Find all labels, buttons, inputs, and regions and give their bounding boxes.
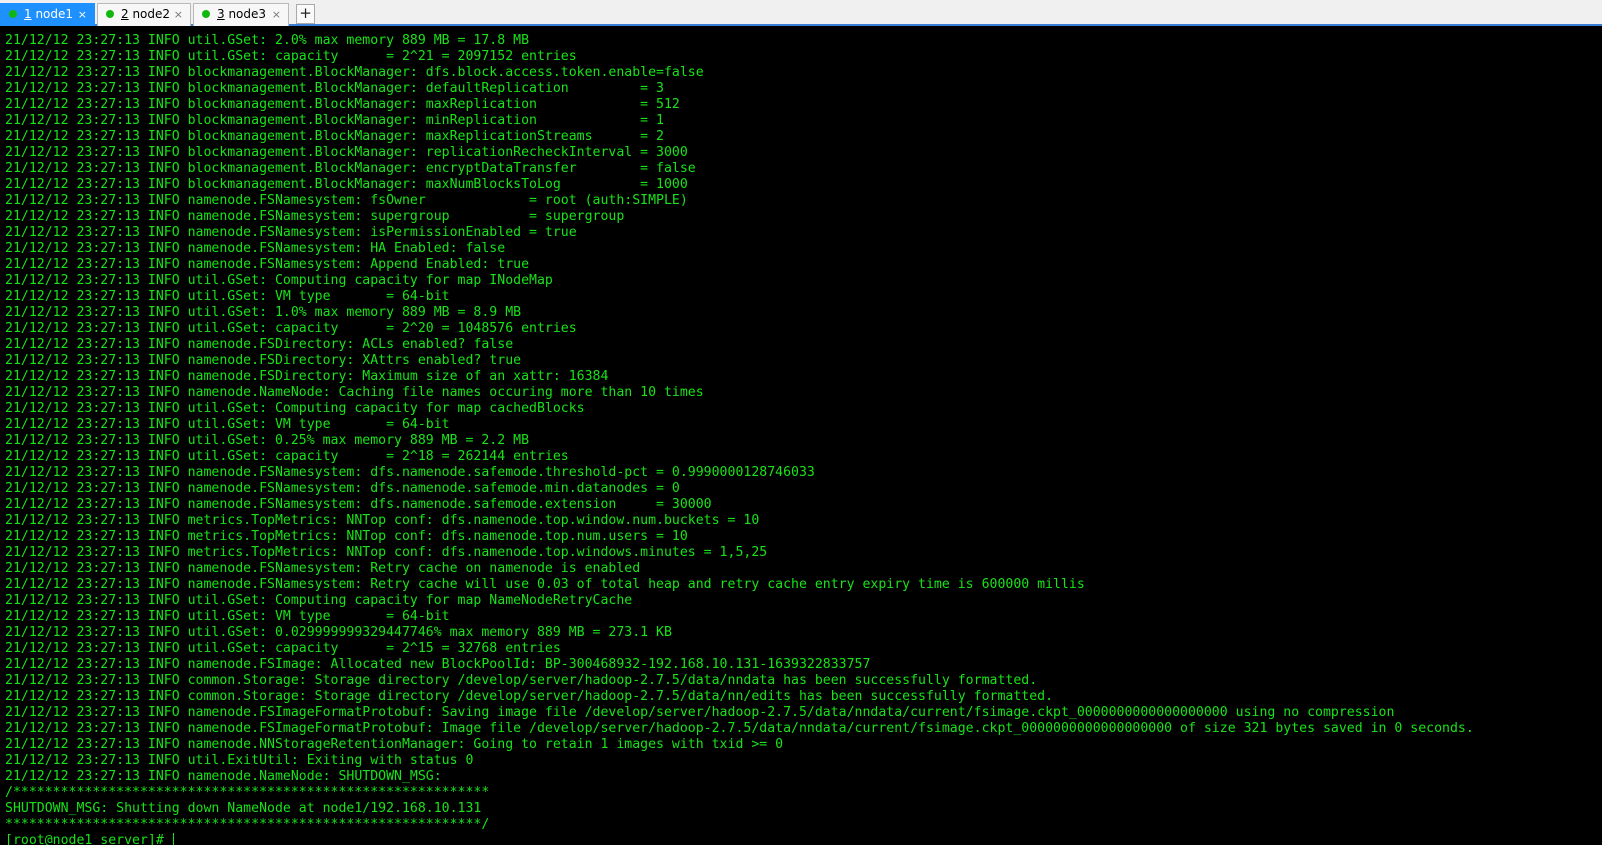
tab-label: node2	[128, 7, 171, 21]
tab-label: node1	[31, 7, 74, 21]
terminal-line: 21/12/12 23:27:13 INFO util.GSet: Comput…	[5, 273, 553, 288]
terminal-line: 21/12/12 23:27:13 INFO namenode.FSImageF…	[5, 705, 1395, 720]
tab-number: 3	[217, 7, 225, 21]
terminal-line: 21/12/12 23:27:13 INFO namenode.FSImageF…	[5, 721, 1474, 736]
terminal-line: 21/12/12 23:27:13 INFO util.GSet: VM typ…	[5, 289, 450, 304]
terminal-line: 21/12/12 23:27:13 INFO namenode.FSNamesy…	[5, 497, 712, 512]
terminal-line: SHUTDOWN_MSG: Shutting down NameNode at …	[5, 801, 482, 816]
terminal-line: 21/12/12 23:27:13 INFO util.GSet: VM typ…	[5, 417, 450, 432]
close-tab-icon[interactable]: ×	[174, 4, 183, 25]
terminal-line: 21/12/12 23:27:13 INFO util.GSet: Comput…	[5, 401, 585, 416]
connected-status-icon	[202, 10, 210, 18]
terminal-line: 21/12/12 23:27:13 INFO blockmanagement.B…	[5, 145, 688, 160]
terminal-line: 21/12/12 23:27:13 INFO namenode.FSNamesy…	[5, 257, 530, 272]
terminal-line: 21/12/12 23:27:13 INFO blockmanagement.B…	[5, 65, 704, 80]
terminal-line: ****************************************…	[5, 817, 490, 832]
terminal-line: 21/12/12 23:27:13 INFO namenode.FSDirect…	[5, 369, 609, 384]
terminal-line: 21/12/12 23:27:13 INFO namenode.NameNode…	[5, 769, 450, 784]
terminal-line: 21/12/12 23:27:13 INFO blockmanagement.B…	[5, 113, 664, 128]
terminal-line: 21/12/12 23:27:13 INFO blockmanagement.B…	[5, 161, 696, 176]
terminal-line: 21/12/12 23:27:13 INFO namenode.FSNamesy…	[5, 577, 1085, 592]
terminal-line: 21/12/12 23:27:13 INFO blockmanagement.B…	[5, 129, 664, 144]
terminal-line: 21/12/12 23:27:13 INFO common.Storage: S…	[5, 689, 1054, 704]
terminal-line: 21/12/12 23:27:13 INFO util.GSet: VM typ…	[5, 609, 450, 624]
terminal-line: 21/12/12 23:27:13 INFO metrics.TopMetric…	[5, 513, 760, 528]
terminal-line: 21/12/12 23:27:13 INFO namenode.NameNode…	[5, 385, 704, 400]
terminal-line: 21/12/12 23:27:13 INFO namenode.FSNamesy…	[5, 225, 577, 240]
terminal-line: 21/12/12 23:27:13 INFO util.GSet: capaci…	[5, 449, 569, 464]
tab-bar: 1 node1 × 2 node2 × 3 node3 × +	[0, 0, 1602, 26]
terminal-lines: 21/12/12 23:27:13 INFO util.GSet: 2.0% m…	[5, 33, 1474, 845]
terminal-line: 21/12/12 23:27:13 INFO namenode.FSNamesy…	[5, 209, 625, 224]
terminal-line: 21/12/12 23:27:13 INFO util.GSet: 0.25% …	[5, 433, 530, 448]
shell-prompt-line[interactable]: [root@node1 server]#	[5, 833, 1474, 845]
text-cursor	[172, 833, 174, 845]
close-tab-icon[interactable]: ×	[272, 4, 281, 25]
add-tab-button[interactable]: +	[296, 4, 315, 24]
terminal-line: 21/12/12 23:27:13 INFO namenode.FSNamesy…	[5, 481, 680, 496]
terminal-line: 21/12/12 23:27:13 INFO namenode.FSNamesy…	[5, 241, 506, 256]
tab-label: node3	[224, 7, 267, 21]
terminal-line: 21/12/12 23:27:13 INFO metrics.TopMetric…	[5, 529, 688, 544]
terminal-line: 21/12/12 23:27:13 INFO blockmanagement.B…	[5, 97, 680, 112]
tab-number: 2	[121, 7, 129, 21]
terminal-line: 21/12/12 23:27:13 INFO util.GSet: Comput…	[5, 593, 633, 608]
terminal-line: 21/12/12 23:27:13 INFO util.GSet: 1.0% m…	[5, 305, 522, 320]
terminal-line: 21/12/12 23:27:13 INFO util.GSet: capaci…	[5, 641, 561, 656]
terminal-line: 21/12/12 23:27:13 INFO namenode.FSDirect…	[5, 337, 514, 352]
tab-node3[interactable]: 3 node3 ×	[193, 3, 289, 26]
shell-prompt: [root@node1 server]#	[5, 833, 172, 845]
terminal-line: 21/12/12 23:27:13 INFO namenode.FSNamesy…	[5, 561, 641, 576]
terminal-line: 21/12/12 23:27:13 INFO util.GSet: 2.0% m…	[5, 33, 530, 48]
tab-node2[interactable]: 2 node2 ×	[97, 3, 191, 26]
terminal-line: 21/12/12 23:27:13 INFO common.Storage: S…	[5, 673, 1038, 688]
terminal-line: 21/12/12 23:27:13 INFO blockmanagement.B…	[5, 177, 688, 192]
terminal-line: /***************************************…	[5, 785, 490, 800]
terminal-output[interactable]: 21/12/12 23:27:13 INFO util.GSet: 2.0% m…	[0, 28, 1602, 845]
terminal-line: 21/12/12 23:27:13 INFO blockmanagement.B…	[5, 81, 664, 96]
terminal-line: 21/12/12 23:27:13 INFO util.ExitUtil: Ex…	[5, 753, 474, 768]
terminal-line: 21/12/12 23:27:13 INFO metrics.TopMetric…	[5, 545, 768, 560]
tab-node1[interactable]: 1 node1 ×	[0, 3, 95, 26]
terminal-line: 21/12/12 23:27:13 INFO namenode.FSNamesy…	[5, 193, 688, 208]
tab-number: 1	[24, 7, 32, 21]
terminal-line: 21/12/12 23:27:13 INFO namenode.FSNamesy…	[5, 465, 815, 480]
terminal-line: 21/12/12 23:27:13 INFO namenode.FSImage:…	[5, 657, 871, 672]
terminal-line: 21/12/12 23:27:13 INFO util.GSet: capaci…	[5, 321, 577, 336]
connected-status-icon	[9, 10, 17, 18]
connected-status-icon	[106, 10, 114, 18]
terminal-line: 21/12/12 23:27:13 INFO namenode.FSDirect…	[5, 353, 522, 368]
close-tab-icon[interactable]: ×	[78, 4, 87, 25]
terminal-line: 21/12/12 23:27:13 INFO namenode.NNStorag…	[5, 737, 784, 752]
terminal-line: 21/12/12 23:27:13 INFO util.GSet: 0.0299…	[5, 625, 672, 640]
terminal-line: 21/12/12 23:27:13 INFO util.GSet: capaci…	[5, 49, 577, 64]
